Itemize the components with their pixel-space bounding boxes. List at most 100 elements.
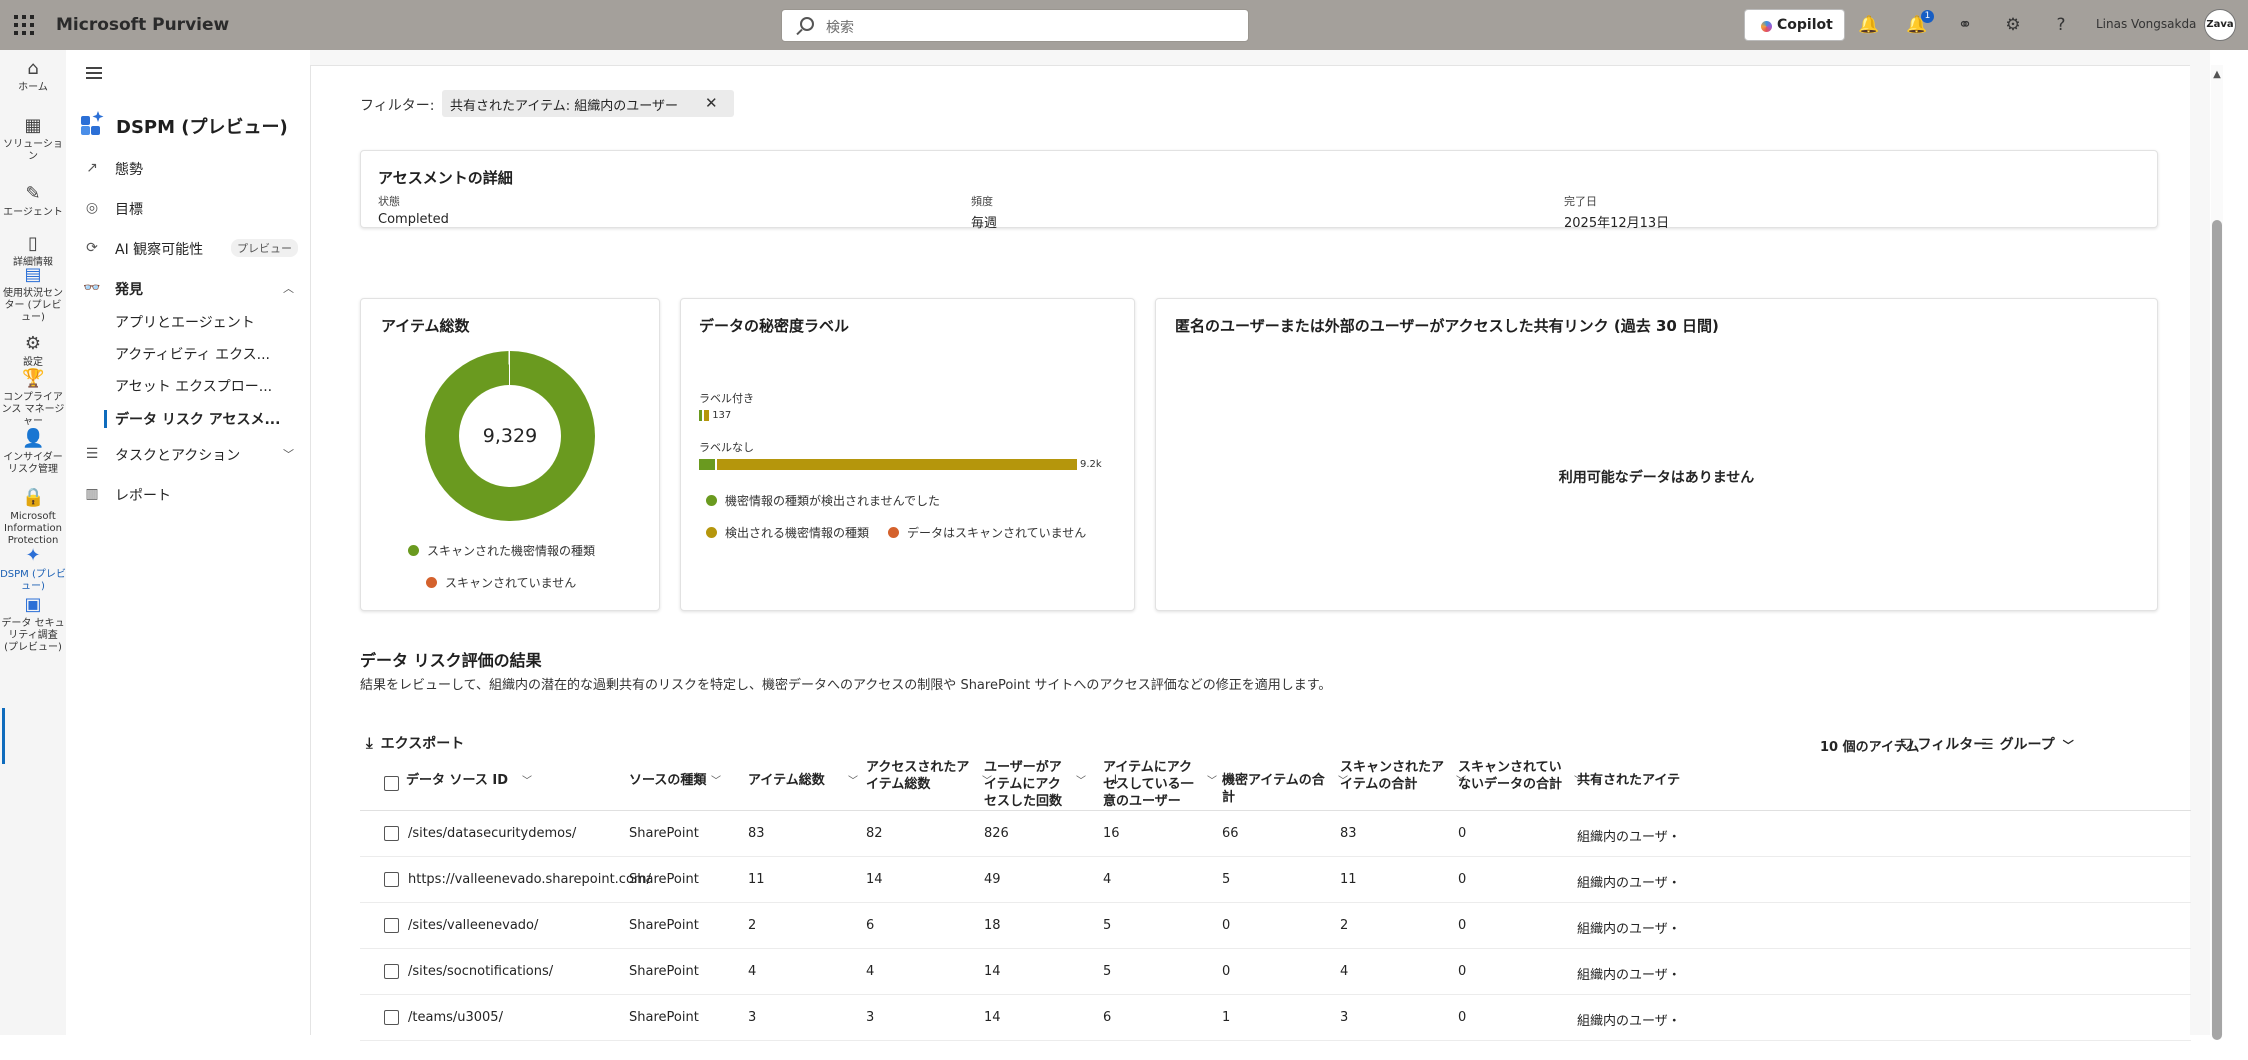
column-header[interactable]: スキャンされたアイテムの合計 bbox=[1340, 760, 1452, 793]
nav-item-discover[interactable]: 👓 発見 ︿ bbox=[83, 277, 308, 299]
total-items-donut[interactable]: 9,329 bbox=[425, 351, 595, 521]
table-row[interactable]: /sites/socnotifications/SharePoint 4 4 14 5 0… bbox=[360, 949, 2191, 995]
legend-scanned[interactable]: スキャンされた機密情報の種類 bbox=[408, 542, 595, 559]
table-cell[interactable]: /sites/valleenevado/ bbox=[408, 918, 538, 933]
rail-item-label: DSPM (プレビュー) bbox=[0, 569, 66, 592]
table-cell: 14 bbox=[866, 872, 883, 887]
column-header[interactable]: 機密アイテムの合計 bbox=[1222, 772, 1334, 806]
nav-item-goals[interactable]: ◎ 目標 bbox=[83, 197, 308, 219]
table-cell: 組織内のユーザ・ bbox=[1577, 968, 1681, 983]
gear-icon[interactable]: ⚙ bbox=[2002, 14, 2024, 36]
nav-item-label: 発見 bbox=[115, 282, 143, 298]
unlabeled-not-detected-bar[interactable] bbox=[699, 459, 716, 470]
app-title[interactable]: Microsoft Purview bbox=[56, 15, 229, 35]
filter-button[interactable]: ⛉ フィルター bbox=[1901, 734, 1987, 754]
sort-descending-icon[interactable]: ↓ bbox=[1110, 772, 1121, 789]
information-protection-icon: 🔒 bbox=[22, 487, 45, 508]
search-input[interactable]: 検索 bbox=[781, 9, 1249, 42]
export-button[interactable]: ⤓ エクスポート bbox=[366, 733, 464, 753]
labeled-detected-bar[interactable] bbox=[704, 410, 710, 421]
nav-item-label: データ リスク アセスメ... bbox=[115, 412, 281, 428]
legend-not-scanned[interactable]: データはスキャンされていません bbox=[888, 524, 1086, 541]
rail-item-label: コンプライアンス マネージャー bbox=[1, 392, 65, 427]
column-header[interactable]: データ ソース ID bbox=[406, 772, 621, 789]
nav-item-ai-observability[interactable]: ⟳ AI 観察可能性 プレビュー bbox=[83, 237, 308, 259]
row-checkbox[interactable] bbox=[384, 1010, 399, 1025]
table-cell[interactable]: https://valleenevado.sharepoint.com/ bbox=[408, 872, 651, 887]
row-checkbox[interactable] bbox=[384, 964, 399, 979]
row-checkbox[interactable] bbox=[384, 872, 399, 887]
table-cell: 3 bbox=[866, 1010, 875, 1025]
legend-detected[interactable]: 検出される機密情報の種類 bbox=[706, 524, 869, 541]
table-cell: 6 bbox=[1103, 1010, 1112, 1025]
chevron-down-icon: ﹀ bbox=[283, 448, 294, 461]
legend-not-detected[interactable]: 機密情報の種類が検出されませんでした bbox=[706, 492, 940, 509]
legend-unscanned[interactable]: スキャンされていません bbox=[426, 574, 576, 591]
chevron-up-icon: ︿ bbox=[283, 282, 294, 295]
table-row[interactable]: /sites/valleenevado/SharePoint 2 6 18 5 0 2 0 組織… bbox=[360, 903, 2191, 949]
total-items-card: アイテム総数 9,329 スキャンされた機密情報の種類 スキャンされていません bbox=[360, 298, 660, 611]
search-placeholder: 検索 bbox=[826, 20, 854, 36]
rail-item-insider-risk[interactable]: 👤 インサイダー リスク管理 bbox=[0, 428, 66, 476]
help-icon[interactable]: ? bbox=[2050, 14, 2072, 36]
chevron-down-icon[interactable]: ﹀ bbox=[711, 773, 721, 790]
column-header[interactable]: スキャンされていないデータの合計 bbox=[1458, 760, 1570, 793]
nav-item-reports[interactable]: ▥ レポート bbox=[83, 483, 308, 505]
table-cell: 11 bbox=[1340, 872, 1357, 887]
chevron-down-icon[interactable]: ﹀ bbox=[522, 773, 532, 790]
nav-item-activity-explorer[interactable]: アクティビティ エクス... bbox=[83, 342, 308, 364]
row-checkbox[interactable] bbox=[384, 826, 399, 841]
group-button[interactable]: ☰ グループ ﹀ bbox=[1981, 734, 2074, 754]
rail-item-solutions[interactable]: ▦ ソリューション bbox=[0, 115, 66, 163]
table-row[interactable]: /teams/u3005/SharePoint 3 3 14 6 1 3 0 組織内のユーザ・ bbox=[360, 995, 2191, 1041]
avatar[interactable]: Zava bbox=[2204, 9, 2236, 41]
hamburger-icon[interactable] bbox=[86, 67, 102, 79]
rail-item-usage[interactable]: ▤ 使用状況センター (プレビュー) bbox=[0, 264, 66, 324]
rail-item-home[interactable]: ⌂ ホーム bbox=[0, 58, 66, 94]
filter-chip[interactable]: 共有されたアイテム: 組織内のユーザー ✕ bbox=[442, 90, 734, 117]
nav-item-data-risk-assessment[interactable]: データ リスク アセスメ... bbox=[83, 407, 308, 429]
labeled-not-detected-bar[interactable] bbox=[699, 410, 702, 421]
table-cell[interactable]: /sites/socnotifications/ bbox=[408, 964, 553, 979]
rail-item-data-security-investigations[interactable]: ▣ データ セキュリティ調査 (プレビュー) bbox=[0, 594, 66, 654]
chevron-down-icon[interactable]: ﹀ bbox=[1207, 773, 1217, 790]
rail-item-dspm[interactable]: ✦ DSPM (プレビュー) bbox=[0, 545, 66, 593]
nav-item-asset-explorer[interactable]: アセット エクスプロー... bbox=[83, 374, 308, 396]
table-row[interactable]: /sites/datasecuritydemos/SharePoint 83 82 8… bbox=[360, 811, 2191, 857]
column-header[interactable]: アクセスされたアイテム総数 bbox=[866, 760, 978, 793]
connections-icon[interactable]: ⚭ bbox=[1954, 14, 1976, 36]
copilot-button[interactable]: Copilot bbox=[1744, 9, 1845, 41]
table-cell: 3 bbox=[748, 1010, 757, 1025]
rail-item-agents[interactable]: ✎ エージェント bbox=[0, 183, 66, 219]
nav-item-posture[interactable]: ↗ 態勢 bbox=[83, 157, 308, 179]
close-icon[interactable]: ✕ bbox=[705, 94, 718, 112]
select-all-checkbox[interactable] bbox=[384, 776, 399, 791]
table-cell[interactable]: /teams/u3005/ bbox=[408, 1010, 503, 1025]
nav-item-apps-agents[interactable]: アプリとエージェント bbox=[83, 310, 308, 332]
user-name[interactable]: Linas Vongsakda bbox=[2096, 17, 2196, 31]
column-header[interactable]: 共有されたアイテ bbox=[1577, 772, 1689, 789]
main-panel: フィルター: 共有されたアイテム: 組織内のユーザー ✕ アセスメントの詳細 状態… bbox=[310, 65, 2191, 1041]
chevron-down-icon[interactable]: ﹀ bbox=[848, 773, 858, 790]
rail-item-settings[interactable]: ⚙ 設定 bbox=[0, 333, 66, 369]
table-cell: SharePoint bbox=[629, 964, 699, 979]
column-header[interactable]: ユーザーがアイテムにアクセスした回数 bbox=[984, 760, 1072, 810]
row-checkbox[interactable] bbox=[384, 918, 399, 933]
nav-item-tasks[interactable]: ☰ タスクとアクション ﹀ bbox=[83, 443, 308, 465]
bell-icon[interactable]: 🔔 bbox=[1858, 14, 1880, 36]
unlabeled-detected-bar[interactable] bbox=[717, 459, 1077, 470]
table-cell: 0 bbox=[1458, 964, 1467, 979]
download-icon: ⤓ bbox=[366, 734, 373, 752]
rail-item-information-protection[interactable]: 🔒 Microsoft Information Protection bbox=[0, 487, 66, 547]
chevron-down-icon[interactable]: ﹀ bbox=[1076, 773, 1086, 790]
scroll-thumb[interactable] bbox=[2212, 220, 2222, 1040]
table-row[interactable]: https://valleenevado.sharepoint.com/Shar… bbox=[360, 857, 2191, 903]
app-launcher-icon[interactable] bbox=[14, 15, 34, 35]
column-header[interactable]: アイテム総数 bbox=[748, 772, 860, 789]
scroll-up-icon[interactable]: ▲ bbox=[2211, 69, 2223, 80]
search-icon bbox=[800, 17, 814, 31]
rail-item-compliance-manager[interactable]: 🏆 コンプライアンス マネージャー bbox=[0, 368, 66, 428]
scrollbar[interactable]: ▲ bbox=[2211, 65, 2223, 1040]
table-cell[interactable]: /sites/datasecuritydemos/ bbox=[408, 826, 576, 841]
column-header[interactable]: ソースの種類 bbox=[629, 772, 741, 789]
